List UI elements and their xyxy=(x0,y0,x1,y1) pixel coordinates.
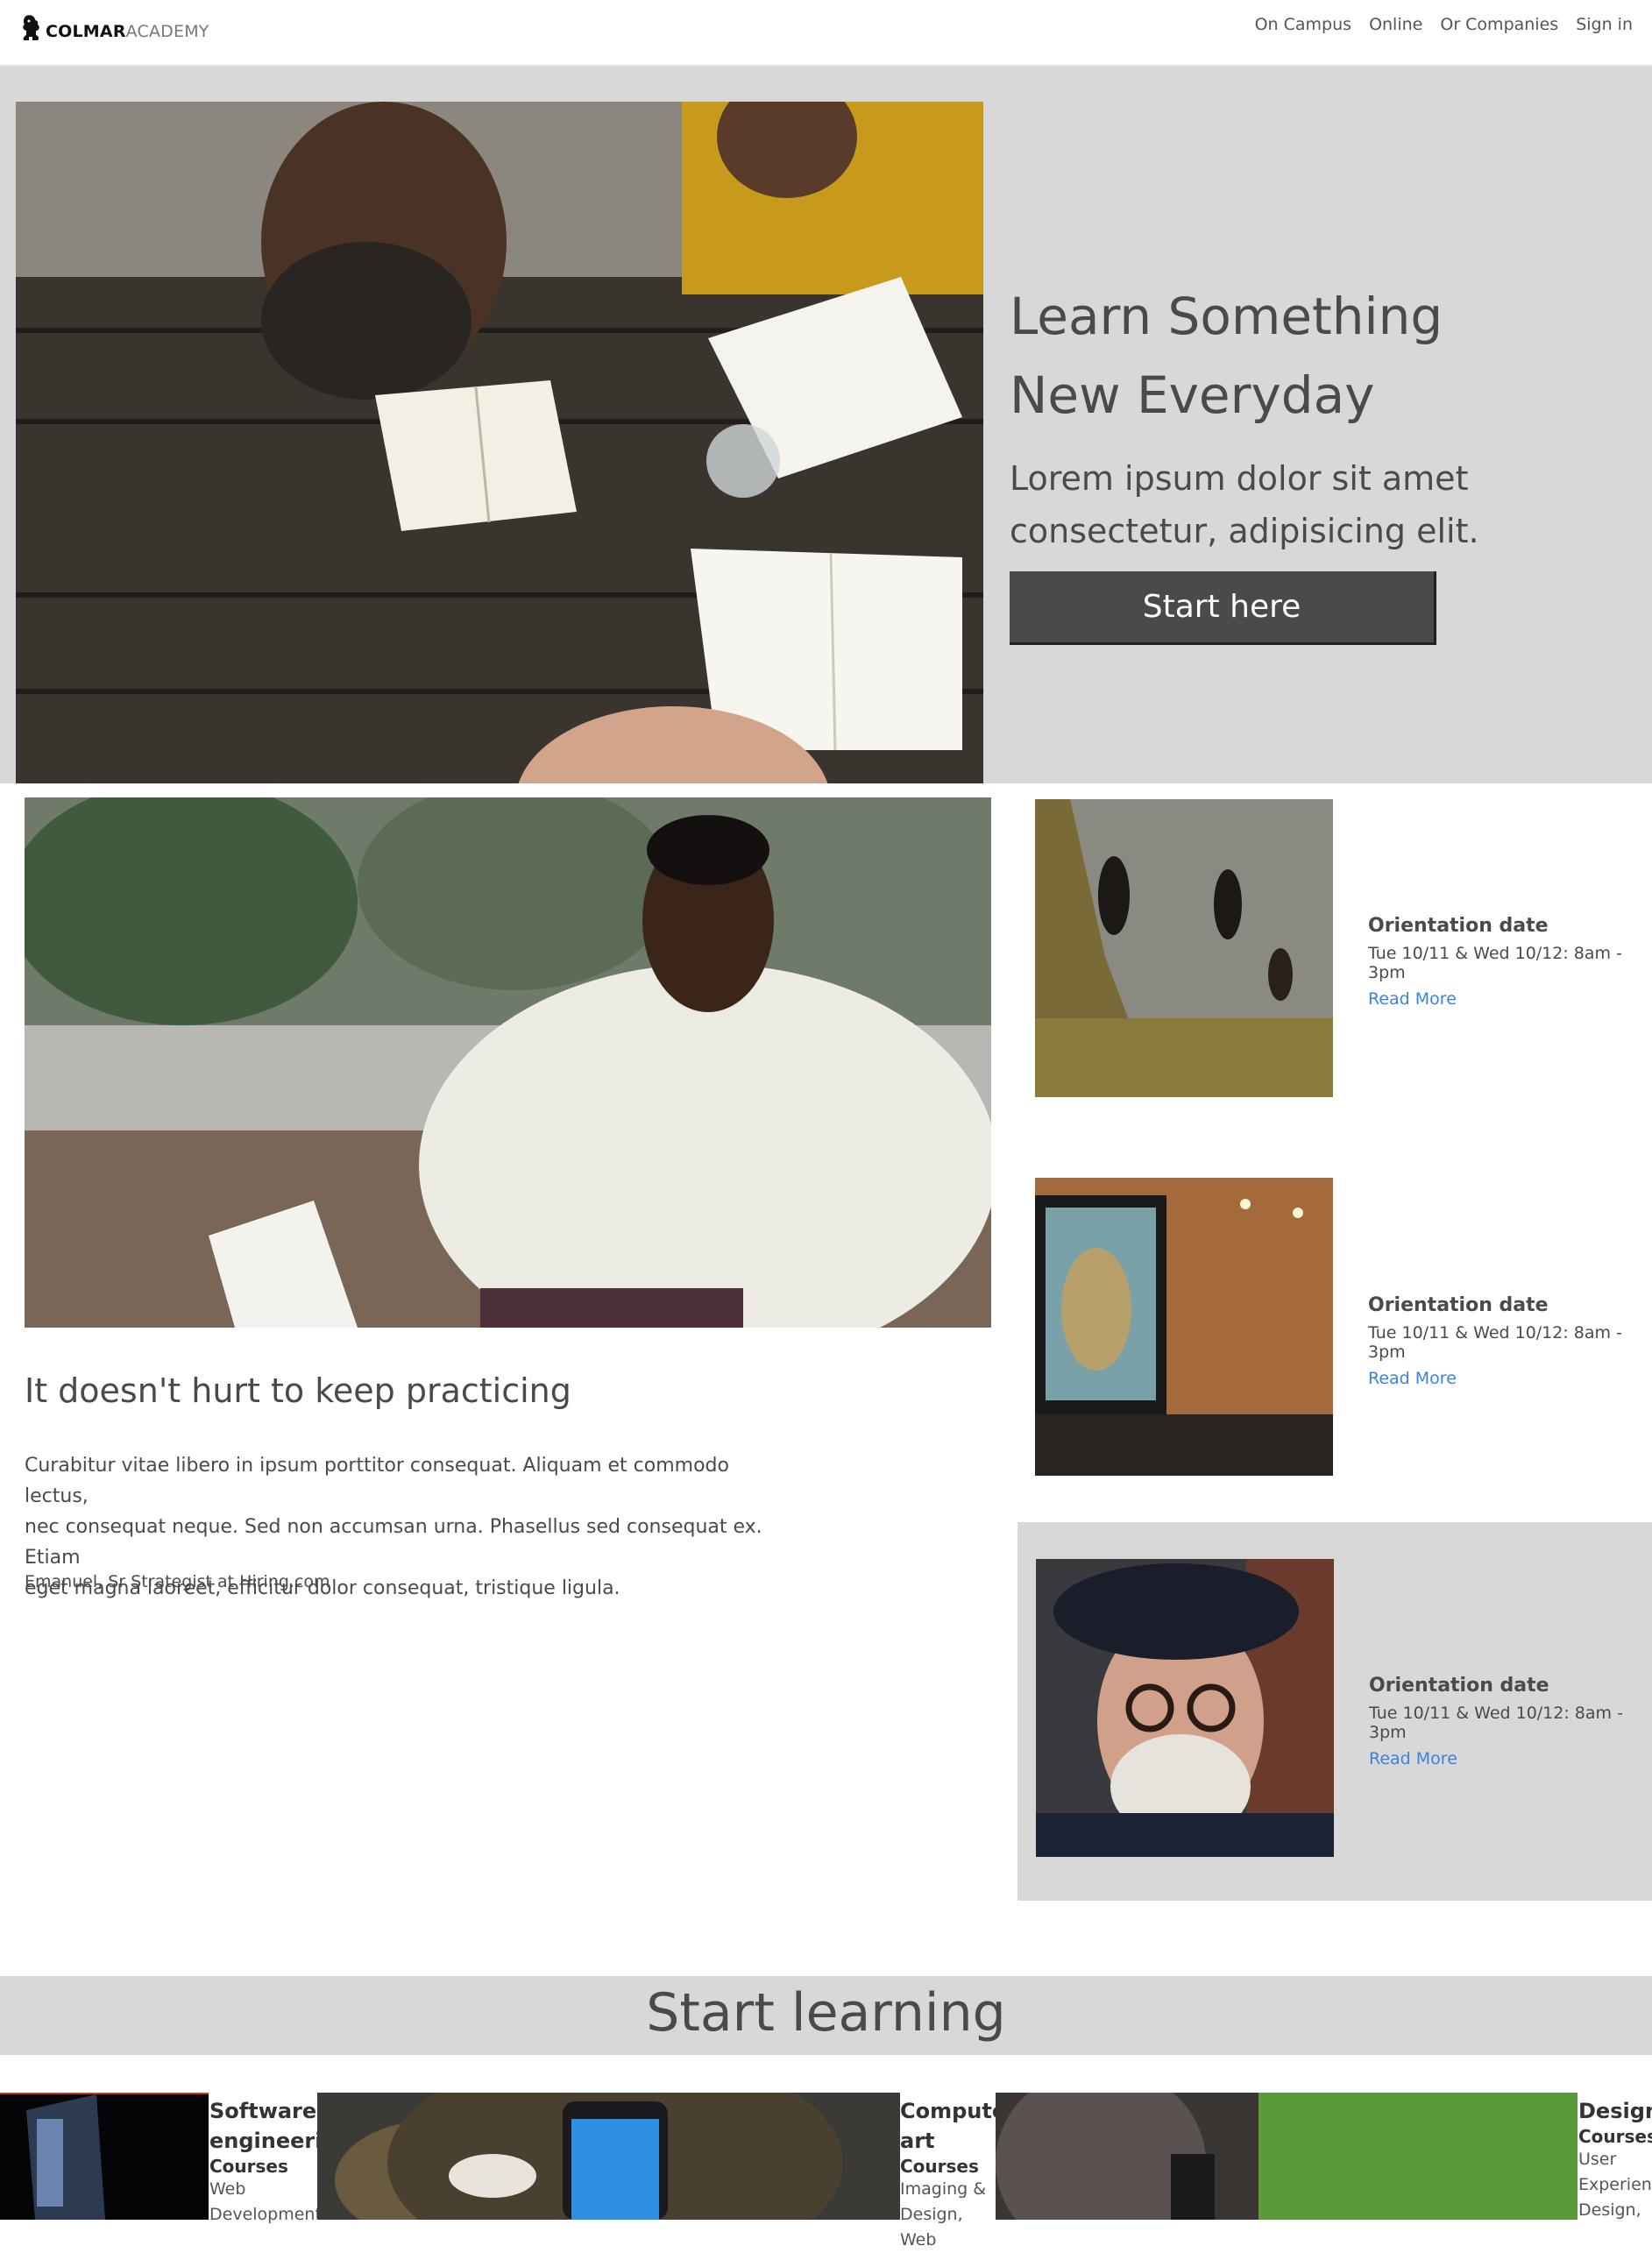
logo-primary-text: COLMAR xyxy=(46,22,126,41)
course-card-computer-art[interactable]: Computer art Courses Imaging & Design, Web xyxy=(900,2096,1017,2253)
hero-title-line1: Learn Something xyxy=(1010,287,1443,346)
hero-subtitle-line2: consectetur, adipisicing elit. xyxy=(1010,512,1479,550)
feature-attribution: Emanuel, Sr Strategist at Hiring.com xyxy=(25,1572,330,1591)
event-image-3 xyxy=(1036,1559,1334,1857)
site-logo[interactable]: COLMARACADEMY xyxy=(19,14,209,42)
course-image-design xyxy=(996,2093,1578,2220)
start-here-button[interactable]: Start here xyxy=(1010,571,1436,645)
main-nav: On Campus Online Or Companies Sign in xyxy=(1255,15,1633,34)
nav-link-or-companies[interactable]: Or Companies xyxy=(1440,15,1558,34)
course-image-computer-art xyxy=(317,2093,900,2220)
course-label: Courses xyxy=(209,2156,288,2177)
course-image-software xyxy=(0,2093,209,2220)
feature-title: It doesn't hurt to keep practicing xyxy=(25,1371,571,1410)
event-date: Tue 10/11 & Wed 10/12: 8am - 3pm xyxy=(1368,1323,1622,1362)
read-more-link[interactable]: Read More xyxy=(1368,989,1457,1009)
course-card-design[interactable]: Design Courses User Experience Design, xyxy=(1578,2096,1652,2223)
event-date: Tue 10/11 & Wed 10/12: 8am - 3pm xyxy=(1369,1704,1623,1742)
course-desc-line1: Imaging & xyxy=(900,2179,987,2199)
nav-link-on-campus[interactable]: On Campus xyxy=(1255,15,1351,34)
course-desc: Web Development xyxy=(209,2177,322,2228)
course-label: Courses xyxy=(900,2156,979,2177)
read-more-link[interactable]: Read More xyxy=(1368,1369,1457,1388)
course-title: Design xyxy=(1578,2099,1652,2123)
hero-image xyxy=(16,102,983,783)
logo-secondary-text: ACADEMY xyxy=(125,22,209,41)
feature-image xyxy=(25,797,991,1328)
hero-subtitle-line1: Lorem ipsum dolor sit amet xyxy=(1010,459,1469,498)
course-desc-line1: Web xyxy=(209,2179,246,2199)
course-desc-line2: Experience xyxy=(1578,2175,1652,2194)
course-card-software[interactable]: Software engineering Courses Web Developme… xyxy=(209,2096,352,2228)
course-title: Computer art xyxy=(900,2096,1017,2156)
event-card-1: Orientation date Tue 10/11 & Wed 10/12: … xyxy=(1368,915,1648,1009)
course-desc-line3: Design, xyxy=(1578,2200,1641,2220)
course-desc-line2: Development xyxy=(209,2205,322,2224)
event-card-3: Orientation date Tue 10/11 & Wed 10/12: … xyxy=(1369,1675,1649,1768)
nav-link-sign-in[interactable]: Sign in xyxy=(1576,15,1633,34)
course-title-line2: art xyxy=(900,2129,935,2153)
feature-body-line2: nec consequat neque. Sed non accumsan ur… xyxy=(25,1516,762,1569)
nav-link-online[interactable]: Online xyxy=(1369,15,1422,34)
course-desc: User Experience Design, xyxy=(1578,2147,1652,2223)
event-title: Orientation date xyxy=(1368,1294,1549,1316)
feature-body-line1: Curabitur vitae libero in ipsum porttito… xyxy=(25,1455,729,1507)
lion-crest-icon xyxy=(23,15,39,40)
hero-title-line2: New Everyday xyxy=(1010,365,1375,425)
event-title: Orientation date xyxy=(1368,915,1549,937)
event-image-1 xyxy=(1035,799,1333,1097)
hero-subtitle: Lorem ipsum dolor sit amet consectetur, … xyxy=(1010,452,1623,557)
hero-title: Learn Something New Everyday xyxy=(1010,277,1623,435)
course-desc: Imaging & Design, Web xyxy=(900,2177,996,2253)
site-header: COLMARACADEMY On Campus Online Or Compan… xyxy=(0,0,1652,67)
event-image-2 xyxy=(1035,1178,1333,1476)
event-date: Tue 10/11 & Wed 10/12: 8am - 3pm xyxy=(1368,944,1622,982)
course-desc-line2: Design, Web xyxy=(900,2205,963,2249)
course-title-line1: Software xyxy=(209,2099,317,2123)
course-title: Software engineering xyxy=(209,2096,352,2156)
course-label: Courses xyxy=(1578,2126,1652,2147)
course-desc-line1: User xyxy=(1578,2150,1617,2169)
event-title: Orientation date xyxy=(1369,1675,1549,1697)
hero-section: Learn Something New Everyday Lorem ipsum… xyxy=(0,67,1652,783)
logo-text: COLMARACADEMY xyxy=(46,24,209,40)
start-learning-title: Start learning xyxy=(646,1982,1006,2044)
event-card-2: Orientation date Tue 10/11 & Wed 10/12: … xyxy=(1368,1294,1648,1388)
read-more-link[interactable]: Read More xyxy=(1369,1749,1457,1768)
